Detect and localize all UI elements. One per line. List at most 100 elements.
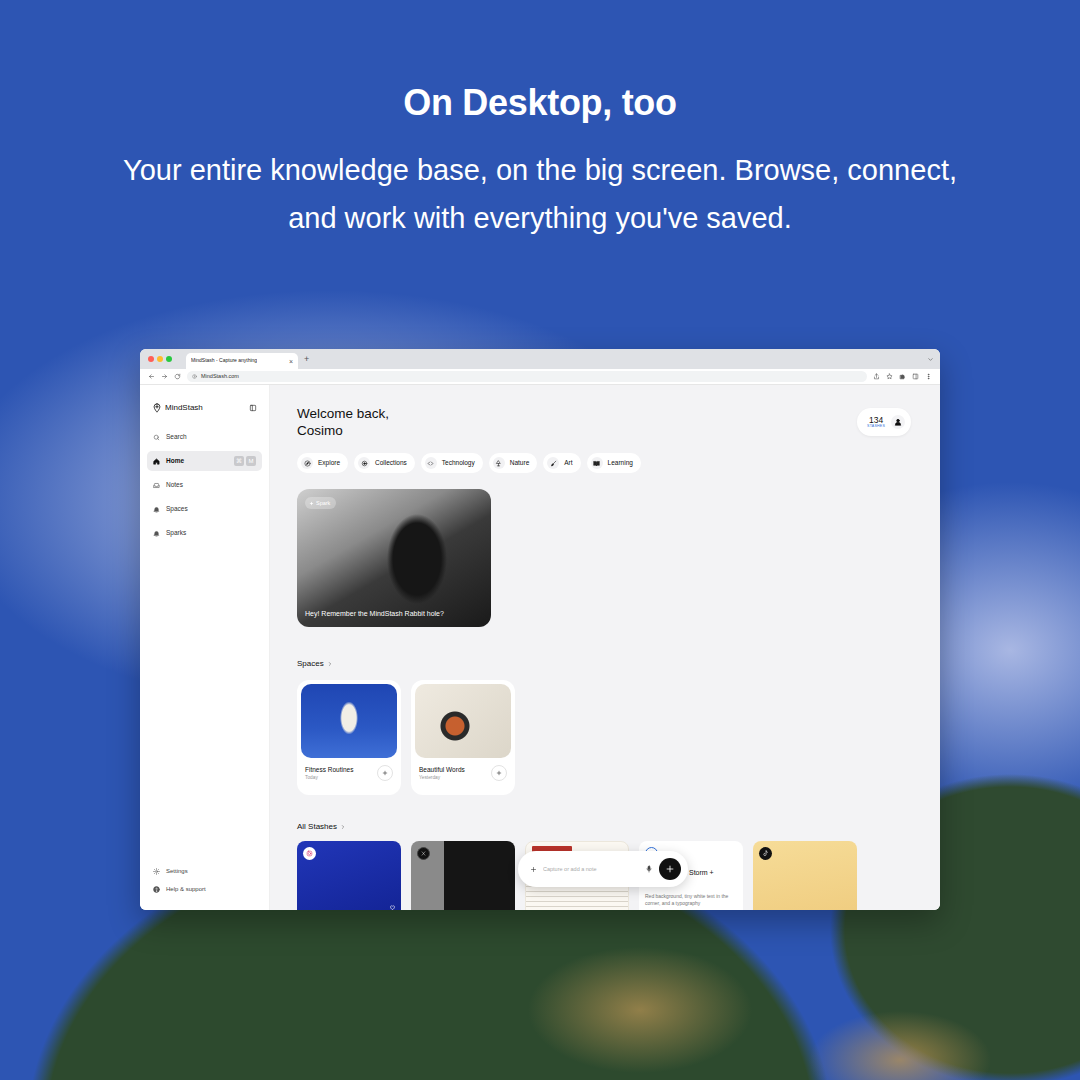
stash-card[interactable] (753, 841, 857, 910)
spaces-list: Fitness RoutinesToday Beautiful WordsYest… (297, 680, 911, 795)
sidebar-item[interactable]: Sparks (147, 523, 262, 543)
shortcut-key: ⌘ (234, 456, 244, 466)
bookmark-star-icon (886, 373, 893, 380)
category-chips: Explore Collections Technology Nature Art Lea… (297, 453, 911, 473)
inbox-icon (153, 482, 160, 489)
search-icon (153, 434, 160, 441)
add-to-space-button[interactable] (377, 765, 393, 781)
space-image (415, 684, 511, 758)
site-info-icon (192, 374, 197, 379)
stash-count: 134STASHES (867, 416, 885, 429)
forward-icon (161, 373, 168, 380)
all-stashes-heading[interactable]: All Stashes (297, 822, 911, 832)
category-chip[interactable]: Art (543, 453, 580, 473)
stash-card[interactable] (411, 841, 515, 910)
tab-close-button[interactable]: × (289, 358, 293, 365)
help-icon (153, 886, 160, 893)
stash-card[interactable] (297, 841, 401, 910)
sidebar-menu: Search Home⌘M Notes Spaces Sparks (147, 427, 262, 543)
sidebar-item[interactable]: Home⌘M (147, 451, 262, 471)
sidebar-item-label: Help & support (166, 885, 206, 894)
code-icon (425, 457, 437, 469)
home-icon (153, 458, 160, 465)
greeting-line: Welcome back, (297, 405, 389, 422)
space-text: Fitness RoutinesToday (305, 766, 353, 781)
compass-icon (301, 457, 313, 469)
chip-label: Nature (510, 458, 530, 468)
chevron-right-icon (327, 661, 333, 667)
sidebar-item-label: Spaces (166, 504, 188, 514)
add-to-space-button[interactable] (491, 765, 507, 781)
app: MindStashSearchHome⌘MNotesSpacesSparksSe… (140, 385, 940, 910)
subtitle: Your entire knowledge base, on the big s… (0, 146, 1080, 242)
menu-dots-icon (925, 373, 932, 380)
category-chip[interactable]: Learning (587, 453, 641, 473)
browser-tab[interactable]: MindStash - Capture anything × (186, 353, 298, 369)
spark-badge: Spark (305, 497, 336, 509)
space-card[interactable]: Beautiful WordsYesterday (411, 680, 515, 795)
sidebar-item[interactable]: Search (147, 427, 262, 447)
sidebar-item-label: Search (166, 432, 187, 442)
target-icon (358, 457, 370, 469)
category-chip[interactable]: Explore (297, 453, 348, 473)
reload-icon (174, 373, 181, 380)
spark-card[interactable]: SparkHey! Remember the MindStash Rabbit … (297, 489, 491, 627)
bell-icon (153, 530, 160, 537)
logo-text: MindStash (165, 402, 203, 414)
main-content: Welcome back,Cosimo134STASHESExploreColl… (270, 385, 940, 910)
browser-window: MindStash - Capture anything × + MindStash.… (140, 349, 940, 910)
book-icon (591, 457, 603, 469)
sidebar-item[interactable]: Spaces (147, 499, 262, 519)
logo[interactable]: MindStash (152, 402, 203, 414)
spaces-heading[interactable]: Spaces (297, 659, 911, 669)
subtitle-line: Your entire knowledge base, on the big s… (0, 146, 1080, 194)
shortcut-key: M (246, 456, 256, 466)
space-text: Beautiful WordsYesterday (419, 766, 465, 781)
share-icon (873, 373, 880, 380)
chip-label: Technology (442, 458, 475, 468)
chip-label: Learning (608, 458, 633, 468)
space-title: Fitness Routines (305, 766, 353, 774)
space-info: Fitness RoutinesToday (301, 758, 397, 784)
chevron-right-icon (340, 824, 346, 830)
space-card[interactable]: Fitness RoutinesToday (297, 680, 401, 795)
sidebar-item[interactable]: Notes (147, 475, 262, 495)
window-controls (148, 356, 172, 362)
stash-counter[interactable]: 134STASHES (857, 408, 911, 436)
extensions-icon (899, 373, 906, 380)
capture-bar (518, 851, 688, 887)
pin-logo-icon (152, 403, 162, 413)
brush-icon (547, 457, 559, 469)
category-chip[interactable]: Technology (421, 453, 483, 473)
close-button[interactable] (148, 356, 154, 362)
spark-badge-label: Spark (316, 499, 330, 507)
minimize-button[interactable] (157, 356, 163, 362)
bell-icon (153, 506, 160, 513)
tab-list-icon (927, 356, 934, 363)
plus-icon (530, 866, 537, 873)
new-tab-button[interactable]: + (304, 355, 309, 364)
sidebar-footer-item[interactable]: Help & support (147, 880, 262, 898)
address-bar: MindStash.com (140, 369, 940, 385)
section-title: All Stashes (297, 822, 337, 832)
tab-title: MindStash - Capture anything (191, 357, 257, 365)
side-panel-icon (912, 373, 919, 380)
tab-bar: MindStash - Capture anything × + (140, 349, 940, 369)
capture-submit-button[interactable] (659, 858, 681, 880)
headline: On Desktop, too (0, 82, 1080, 124)
url-text: MindStash.com (201, 372, 239, 380)
capture-input[interactable] (543, 865, 639, 873)
sidebar-footer-item[interactable]: Settings (147, 862, 262, 880)
category-chip[interactable]: Nature (489, 453, 538, 473)
category-chip[interactable]: Collections (354, 453, 415, 473)
url-field[interactable]: MindStash.com (187, 371, 867, 382)
user-avatar-icon (891, 415, 905, 429)
shortcut: ⌘M (234, 456, 256, 466)
zoom-button[interactable] (166, 356, 172, 362)
tree-icon (493, 457, 505, 469)
subtitle-line: and work with everything you've saved. (0, 194, 1080, 242)
chip-label: Explore (318, 458, 340, 468)
promo: On Desktop, too Your entire knowledge bas… (0, 0, 1080, 910)
sparkle-icon (309, 501, 314, 506)
space-date: Today (305, 774, 353, 781)
